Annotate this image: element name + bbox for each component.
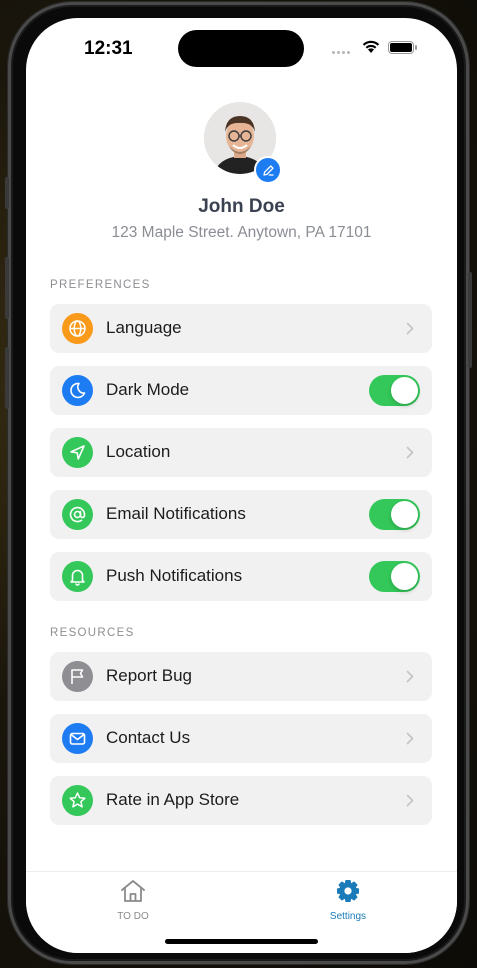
gear-icon [337,880,359,902]
chevron-right-icon [406,794,414,807]
contact-us-row[interactable]: Contact Us [50,714,432,763]
bell-icon [62,561,93,592]
mail-icon [62,723,93,754]
email-notifications-row: Email Notifications [50,490,432,539]
globe-icon [62,313,93,344]
power-button [468,272,472,368]
dynamic-island [178,30,304,67]
volume-up-button [5,257,9,319]
volume-down-button [5,347,9,409]
report-bug-row[interactable]: Report Bug [50,652,432,701]
rate-app-store-row[interactable]: Rate in App Store [50,776,432,825]
edit-profile-button[interactable] [254,156,282,184]
rate-app-store-label: Rate in App Store [106,790,240,809]
cellular-signal-icon [332,51,350,54]
star-icon [62,785,93,816]
status-bar: 12:31 [26,18,457,78]
battery-icon [388,41,417,54]
profile-avatar-container[interactable] [204,102,282,184]
push-notifications-toggle[interactable] [369,561,420,592]
status-time: 12:31 [84,38,133,59]
pencil-icon [262,164,274,176]
contact-us-label: Contact Us [106,728,191,747]
location-label: Location [106,442,171,461]
chevron-right-icon [406,732,414,745]
toggle-knob [391,377,418,404]
push-notifications-row: Push Notifications [50,552,432,601]
language-label: Language [106,318,182,337]
location-row[interactable]: Location [50,428,432,477]
report-bug-label: Report Bug [106,666,192,685]
location-arrow-icon [62,437,93,468]
action-button [5,177,9,209]
dark-mode-toggle[interactable] [369,375,420,406]
email-notifications-toggle[interactable] [369,499,420,530]
flag-icon [62,661,93,692]
profile-address: 123 Maple Street. Anytown, PA 17101 [111,224,372,241]
chevron-right-icon [406,670,414,683]
wifi-icon [362,40,380,53]
resources-section-title: RESOURCES [50,627,135,639]
app-screen: 12:31 John Doe 123 Maple Street. Anytown… [26,18,457,953]
language-row[interactable]: Language [50,304,432,353]
chevron-right-icon [406,446,414,459]
chevron-right-icon [406,322,414,335]
toggle-knob [391,501,418,528]
toggle-knob [391,563,418,590]
tab-todo[interactable]: TO DO [88,878,178,922]
tab-todo-label: TO DO [117,911,149,922]
home-icon [121,880,145,902]
push-notifications-label: Push Notifications [106,566,243,585]
tab-settings[interactable]: Settings [303,878,393,922]
moon-icon [62,375,93,406]
email-notifications-label: Email Notifications [106,504,246,523]
home-indicator[interactable] [165,939,318,944]
at-sign-icon [62,499,93,530]
profile-name: John Doe [198,196,285,217]
preferences-section-title: PREFERENCES [50,279,151,291]
tab-settings-label: Settings [329,911,367,922]
dark-mode-label: Dark Mode [106,380,190,399]
dark-mode-row: Dark Mode [50,366,432,415]
